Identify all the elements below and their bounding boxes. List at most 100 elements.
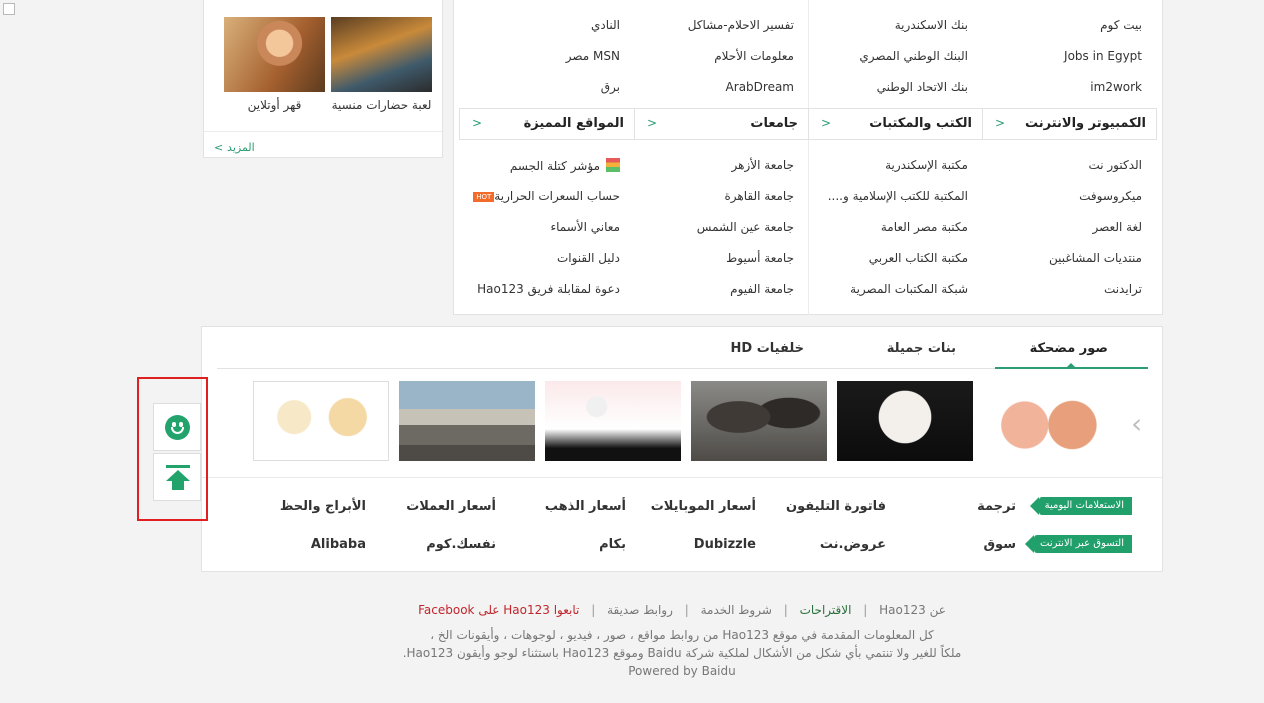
link[interactable]: المكتبة للكتب الإسلامية و.... [828,189,968,203]
footer-disclaimer-2: ملكاً للغير ولا تنتمي بأي شكل من الأشكال… [402,646,962,660]
photo-thumbnail[interactable] [984,381,1120,461]
game-caption[interactable]: قهر أوتلاين [224,98,325,112]
link[interactable]: جامعة أسيوط [726,251,794,265]
link[interactable]: بنك الاسكندرية [895,18,968,32]
chevron-right-icon[interactable]: > [472,116,482,130]
link[interactable]: ArabDream [726,80,794,94]
chevron-left-icon: < [214,141,224,154]
tab-funny-photos[interactable]: صور مضحكة [1030,341,1108,356]
section-divider [202,477,1162,478]
footer-powered-by: Powered by Baidu [628,664,736,678]
category-title[interactable]: جامعات [750,116,798,131]
photo-section: صور مضحكة بنات جميلة خلفيات HD ‹ الاستعل… [201,326,1163,572]
photo-thumbnail[interactable] [253,381,389,461]
category-universities[interactable]: جامعات > [634,109,808,139]
link[interactable]: تفسير الاحلام-مشاكل [688,18,794,32]
service-link[interactable]: Alibaba [311,537,366,552]
category-computer-internet[interactable]: الكمبيوتر والانترنت > [982,109,1156,139]
link[interactable]: شبكة المكتبات المصرية [850,282,968,296]
link[interactable]: جامعة الفيوم [730,282,794,296]
feedback-button[interactable] [153,403,201,451]
chevron-right-icon[interactable]: > [821,116,831,130]
footer-link-terms[interactable]: شروط الخدمة [701,603,772,617]
link[interactable]: حساب السعرات الحراريةHOT [465,189,620,203]
tab-hd-wallpapers[interactable]: خلفيات HD [731,341,804,356]
category-bar: الكمبيوتر والانترنت > الكتب والمكتبات > … [459,108,1157,140]
link[interactable]: ميكروسوفت [1079,189,1142,203]
game-item[interactable]: قهر أوتلاين [224,17,325,112]
floating-tools [137,377,208,521]
service-link[interactable]: عروض.نت [820,537,886,552]
link[interactable]: لغة العصر [1093,220,1143,234]
link[interactable]: Jobs in Egypt [1064,49,1142,63]
link[interactable]: جامعة الأزهر [732,158,794,172]
more-link[interactable]: المزيد [227,141,255,154]
photo-thumbnail[interactable] [691,381,827,461]
link[interactable]: im2work [1090,80,1142,94]
service-link[interactable]: سوق [983,537,1016,552]
link[interactable]: الدكتور نت [1088,158,1142,172]
link[interactable]: دعوة لمقابلة فريق Hao123 [477,282,620,296]
category-title[interactable]: المواقع المميزة [524,116,624,131]
footer-link-facebook[interactable]: تابعوا Hao123 على Facebook [418,603,579,617]
category-books-libraries[interactable]: الكتب والمكتبات > [808,109,982,139]
game-thumbnail[interactable] [224,17,325,92]
link[interactable]: مكتبة الكتاب العربي [869,251,968,265]
service-link[interactable]: Dubizzle [694,537,756,552]
link[interactable]: جامعة القاهرة [725,189,795,203]
games-more[interactable]: < المزيد [204,131,442,154]
daily-queries-tag: الاستعلامات اليومية [1029,497,1132,515]
service-link[interactable]: ترجمة [977,499,1016,514]
link[interactable]: منتديات المشاغبين [1049,251,1142,265]
service-link[interactable]: أسعار الموبايلات [651,499,756,514]
footer-link-friends[interactable]: روابط صديقة [607,603,673,617]
link[interactable]: معلومات الأحلام [714,49,794,63]
service-link[interactable]: نفسك.كوم [426,537,496,552]
link[interactable]: مؤشر كتلة الجسم [510,158,620,173]
photo-thumbnail[interactable] [837,381,973,461]
chevron-right-icon[interactable]: > [647,116,657,130]
link[interactable]: جامعة عين الشمس [697,220,794,234]
link-text[interactable]: حساب السعرات الحرارية [494,189,620,203]
service-link[interactable]: بكام [599,537,626,552]
online-shopping-tag: التسوق عبر الانترنت [1025,535,1132,553]
tab-beautiful-girls[interactable]: بنات جميلة [887,341,956,356]
category-title[interactable]: الكمبيوتر والانترنت [1025,116,1146,131]
service-link[interactable]: أسعار الذهب [545,499,626,514]
link[interactable]: بنك الاتحاد الوطني [877,80,968,94]
back-to-top-icon [166,465,190,468]
hot-badge: HOT [473,192,495,202]
link[interactable]: ترايدنت [1104,282,1142,296]
footer-link-about[interactable]: عن Hao123 [879,603,946,617]
links-panel: بيت كوم بنك الاسكندرية تفسير الاحلام-مشا… [453,0,1163,315]
footer-link-suggestions[interactable]: الاقتراحات [800,603,852,617]
photo-thumbnail[interactable] [399,381,535,461]
link[interactable]: النادي [591,18,620,32]
link[interactable]: برق [601,80,620,94]
games-card: لعبة حضارات منسية قهر أوتلاين < المزيد [203,0,443,158]
category-featured-sites[interactable]: المواقع المميزة > [460,109,634,139]
game-thumbnail[interactable] [331,17,432,92]
link[interactable]: بيت كوم [1100,18,1142,32]
footer-links: عن Hao123 | الاقتراحات | شروط الخدمة | ر… [418,603,946,617]
chevron-right-icon[interactable]: > [995,116,1005,130]
footer-disclaimer-1: كل المعلومات المقدمة في موقع Hao123 من ر… [430,628,934,642]
link[interactable]: MSN مصر [566,49,620,63]
link[interactable]: دليل القنوات [557,251,620,265]
link[interactable]: مكتبة مصر العامة [881,220,968,234]
service-link[interactable]: أسعار العملات [406,499,496,514]
link[interactable]: معاني الأسماء [551,220,621,234]
back-to-top-button[interactable] [153,453,201,501]
category-title[interactable]: الكتب والمكتبات [869,116,972,131]
bmi-icon [606,158,620,172]
corner-checkbox[interactable] [3,3,15,15]
game-caption[interactable]: لعبة حضارات منسية [331,98,432,112]
link-text[interactable]: مؤشر كتلة الجسم [510,159,600,173]
game-item[interactable]: لعبة حضارات منسية [331,17,432,112]
service-link[interactable]: الأبراج والحظ [280,499,366,514]
link[interactable]: مكتبة الإسكندرية [885,158,968,172]
photo-thumbnail[interactable] [545,381,681,461]
link[interactable]: البنك الوطني المصري [859,49,968,63]
service-link[interactable]: فاتورة التليفون [786,499,886,514]
carousel-prev-icon[interactable]: ‹ [1131,407,1142,440]
